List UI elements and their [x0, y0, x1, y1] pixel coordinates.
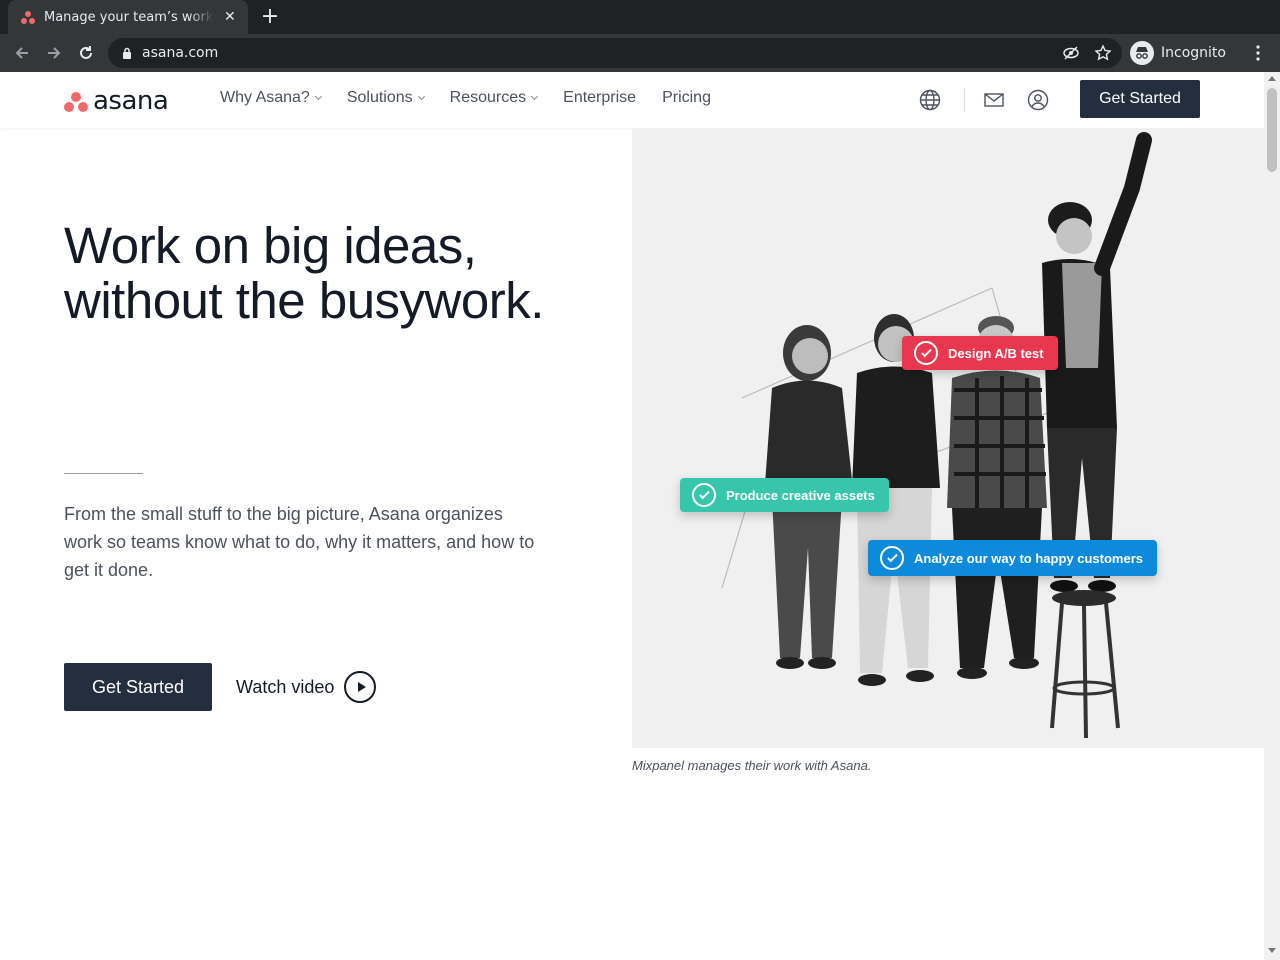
hero-title: Work on big ideas, without the busywork. [64, 217, 544, 329]
watch-video-label: Watch video [236, 676, 335, 697]
nav-label: Enterprise [563, 89, 637, 106]
chevron-down-icon [314, 92, 322, 101]
reload-icon[interactable] [75, 42, 97, 64]
team-illustration [632, 128, 1264, 748]
new-tab-icon[interactable]: + [258, 4, 282, 29]
nav-label: Why Asana? [220, 89, 310, 106]
user-account-icon[interactable] [1026, 88, 1050, 112]
incognito-label: Incognito [1161, 45, 1226, 61]
watch-video-button[interactable]: Watch video [236, 669, 377, 705]
scroll-up-arrow-icon[interactable] [1268, 76, 1276, 81]
nav-label: Resources [449, 89, 527, 106]
nav-enterprise[interactable]: Enterprise [563, 89, 636, 107]
hero-description: From the small stuff to the big picture,… [64, 504, 535, 580]
nav-resources[interactable]: Resources [449, 89, 539, 107]
url-text: asana.com [142, 45, 219, 61]
scroll-thumb[interactable] [1267, 88, 1277, 172]
task-chip-produce: Produce creative assets [680, 478, 889, 512]
check-circle-icon [880, 546, 904, 570]
site-header: asana Why Asana? Solutions Resources Ent… [0, 72, 1264, 128]
mail-icon[interactable] [982, 88, 1006, 112]
header-get-started-button[interactable]: Get Started [1080, 80, 1200, 118]
play-icon [344, 671, 377, 703]
hero-get-started-button[interactable]: Get Started [64, 663, 212, 711]
browser-tab[interactable]: Manage your team’s work, projects, & tas… [8, 0, 248, 34]
incognito-profile[interactable]: Incognito [1130, 37, 1226, 69]
nav-why-asana[interactable]: Why Asana? [220, 89, 322, 107]
browser-tabstrip: Manage your team’s work, projects, & tas… [0, 0, 1280, 34]
task-chip-design: Design A/B test [902, 336, 1058, 370]
task-chip-label: Analyze our way to happy customers [914, 550, 1144, 566]
page-scrollbar[interactable] [1264, 72, 1280, 960]
check-circle-icon [914, 341, 938, 365]
task-chip-analyze: Analyze our way to happy customers [868, 540, 1158, 576]
lock-icon [122, 47, 132, 59]
logo-text: asana [93, 86, 169, 116]
incognito-icon [1130, 41, 1154, 65]
nav-solutions[interactable]: Solutions [346, 89, 425, 107]
asana-logo-icon [64, 90, 88, 112]
address-bar[interactable]: asana.com [108, 38, 1122, 68]
browser-menu-icon[interactable] [1250, 42, 1266, 64]
tracking-blocked-icon[interactable] [1062, 45, 1080, 65]
tab-close-icon[interactable]: ✕ [224, 9, 236, 25]
nav-label: Pricing [662, 89, 711, 106]
main-nav: Why Asana? Solutions Resources Enterpris… [220, 89, 737, 107]
chevron-down-icon [417, 92, 425, 101]
nav-pricing[interactable]: Pricing [662, 89, 711, 107]
chevron-down-icon [531, 92, 539, 101]
globe-icon[interactable] [918, 88, 942, 112]
task-chip-label: Produce creative assets [726, 487, 875, 503]
bookmark-star-icon[interactable] [1094, 44, 1112, 66]
scroll-down-arrow-icon[interactable] [1268, 948, 1276, 953]
asana-logo[interactable]: asana [64, 86, 169, 116]
back-icon[interactable] [11, 42, 33, 64]
hero-divider [64, 473, 143, 474]
hero-team-photo: Design A/B test Produce creative assets … [632, 128, 1264, 748]
nav-label: Solutions [346, 89, 413, 106]
page-viewport: asana Why Asana? Solutions Resources Ent… [0, 72, 1280, 960]
asana-favicon-icon [20, 9, 36, 25]
browser-toolbar: asana.com Incognito [0, 34, 1280, 72]
header-divider [964, 88, 965, 112]
check-circle-icon [692, 483, 716, 507]
task-chip-label: Design A/B test [948, 345, 1044, 361]
hero-image-caption: Mixpanel manages their work with Asana. [632, 758, 872, 773]
tab-title: Manage your team’s work, projects, & tas… [44, 9, 214, 25]
forward-icon[interactable] [43, 42, 65, 64]
